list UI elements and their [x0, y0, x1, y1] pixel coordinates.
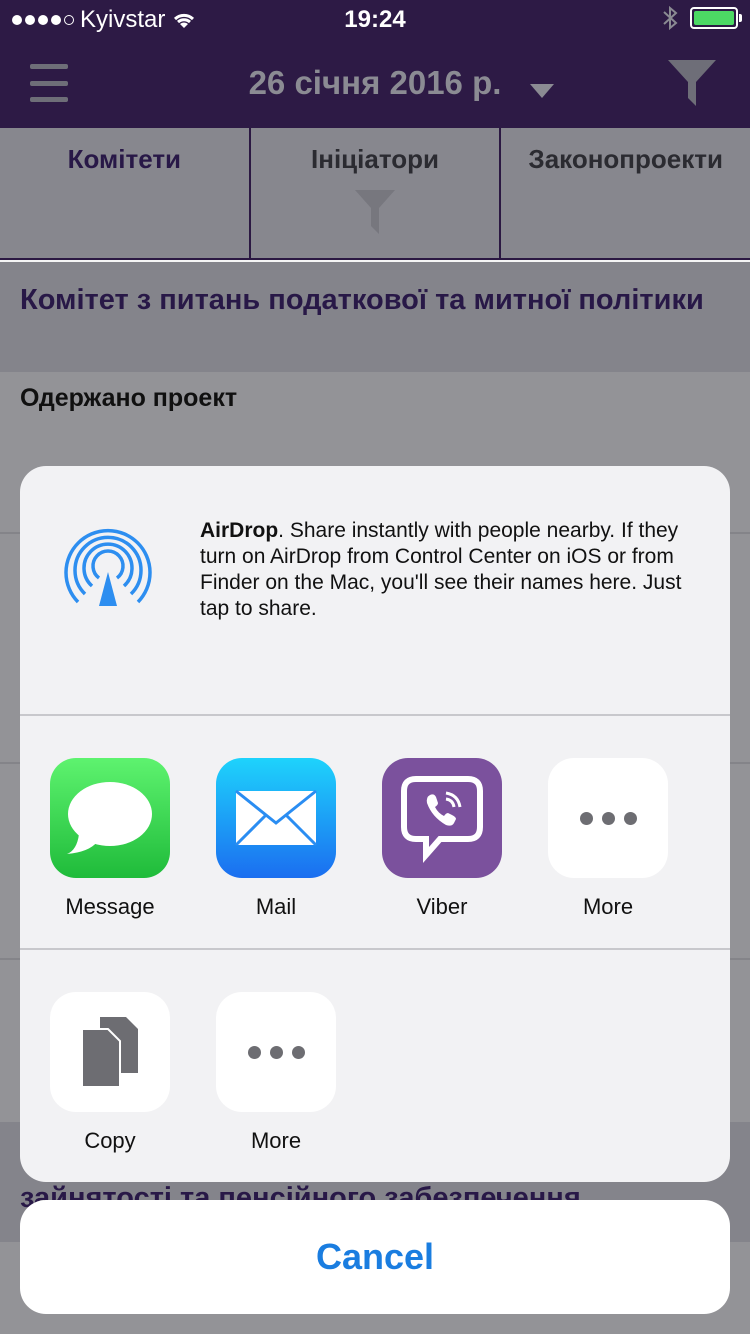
- status-right: [662, 6, 742, 30]
- share-app-label: Message: [65, 894, 155, 919]
- mail-icon: [216, 758, 336, 878]
- airdrop-section[interactable]: AirDrop. Share instantly with people nea…: [20, 466, 730, 716]
- cancel-button[interactable]: Cancel: [20, 1200, 730, 1314]
- share-apps-row: Message Mail Viber More: [20, 716, 730, 950]
- share-app-label: Mail: [255, 894, 297, 919]
- share-app-viber[interactable]: Viber: [367, 758, 517, 920]
- message-icon: [50, 758, 170, 878]
- share-actions-row: Copy More: [20, 950, 730, 1182]
- share-action-label: More: [250, 1128, 302, 1153]
- status-bar: Kyivstar 19:24: [0, 0, 750, 40]
- airdrop-description: AirDrop. Share instantly with people nea…: [200, 518, 700, 622]
- clock: 19:24: [344, 6, 406, 33]
- share-sheet: AirDrop. Share instantly with people nea…: [20, 466, 730, 1182]
- share-app-mail[interactable]: Mail: [201, 758, 351, 920]
- viber-icon: [382, 758, 502, 878]
- share-app-label: More: [582, 894, 634, 919]
- share-action-more[interactable]: More: [201, 992, 351, 1154]
- share-action-copy[interactable]: Copy: [35, 992, 185, 1154]
- more-icon: [216, 992, 336, 1112]
- more-icon: [548, 758, 668, 878]
- nav-title-date[interactable]: 26 січня 2016 р.: [0, 64, 750, 102]
- share-action-label: Copy: [84, 1128, 136, 1153]
- nav-bar: 26 січня 2016 р.: [0, 40, 750, 128]
- share-app-label: Viber: [416, 894, 468, 919]
- share-app-message[interactable]: Message: [35, 758, 185, 920]
- airdrop-icon: [64, 528, 152, 608]
- chevron-down-icon[interactable]: [530, 84, 554, 98]
- share-app-more[interactable]: More: [533, 758, 683, 920]
- filter-icon[interactable]: [668, 60, 716, 108]
- bluetooth-icon: [663, 6, 678, 30]
- airdrop-title: AirDrop: [200, 519, 279, 542]
- copy-icon: [50, 992, 170, 1112]
- battery-icon: [690, 7, 742, 29]
